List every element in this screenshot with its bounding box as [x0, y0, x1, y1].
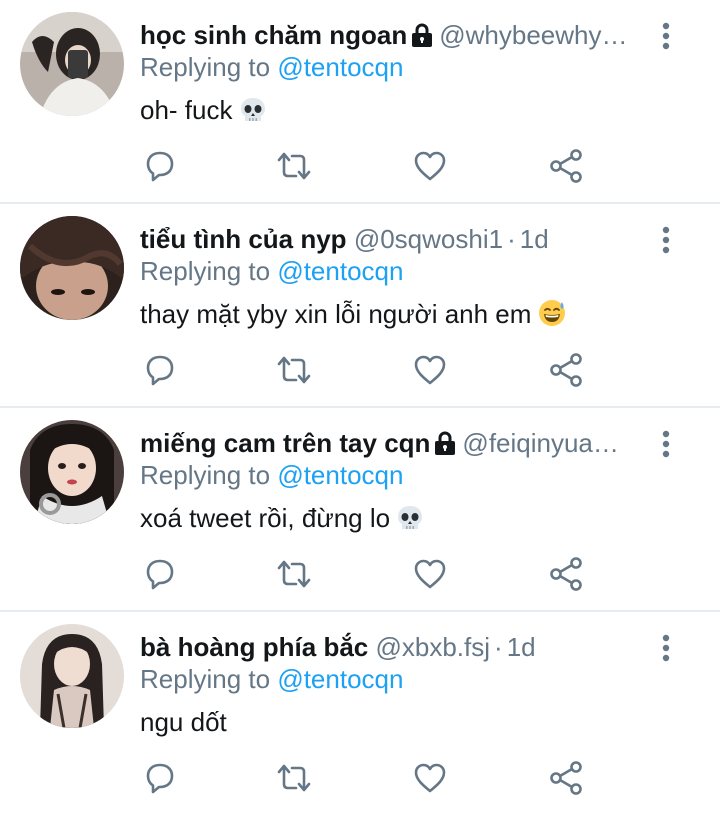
replying-to: Replying to @tentocqn — [140, 51, 403, 83]
tweet-text-content: thay mặt yby xin lỗi người anh em — [140, 299, 532, 329]
avatar[interactable] — [20, 420, 124, 524]
tweet-text-content: oh- fuck — [140, 95, 233, 125]
reply-tweet[interactable]: bà hoàng phía bắc @xbxb.fsj · 1d Replying … — [0, 612, 720, 816]
replying-to: Replying to @tentocqn — [140, 663, 403, 695]
user-handle[interactable]: @whybeewhy… — [439, 20, 627, 50]
tweet-header: tiểu tình của nyp @0sqwoshi1 · 1d — [140, 220, 640, 258]
replying-to-label: Replying to — [140, 52, 271, 82]
replying-to-label: Replying to — [140, 256, 271, 286]
display-name[interactable]: học sinh chăm ngoan — [140, 20, 407, 50]
replying-to-label: Replying to — [140, 460, 271, 490]
tweet-actions — [140, 146, 600, 186]
tweet-text-content: ngu dốt — [140, 707, 227, 737]
avatar[interactable] — [20, 12, 124, 116]
like-icon[interactable] — [410, 350, 450, 390]
reply-icon[interactable] — [140, 350, 180, 390]
display-name[interactable]: miếng cam trên tay cqn — [140, 428, 430, 458]
tweet-actions — [140, 554, 600, 594]
tweet-header: bà hoàng phía bắc @xbxb.fsj · 1d — [140, 628, 640, 666]
retweet-icon[interactable] — [274, 350, 314, 390]
timestamp[interactable]: 1d — [520, 224, 549, 254]
replying-to-label: Replying to — [140, 664, 271, 694]
more-options-icon[interactable] — [652, 632, 680, 668]
replying-to: Replying to @tentocqn — [140, 255, 403, 287]
tweet-text: oh- fuck — [140, 93, 267, 132]
tweet-text: thay mặt yby xin lỗi người anh em — [140, 297, 567, 336]
share-icon[interactable] — [546, 146, 586, 186]
replying-to-handle[interactable]: @tentocqn — [277, 664, 403, 694]
user-handle[interactable]: @feiqinyua… — [462, 428, 618, 458]
share-icon[interactable] — [546, 554, 586, 594]
display-name[interactable]: tiểu tình của nyp — [140, 224, 347, 254]
reply-icon[interactable] — [140, 758, 180, 798]
reply-icon[interactable] — [140, 146, 180, 186]
tweet-text-content: xoá tweet rồi, đừng lo — [140, 503, 391, 533]
tweet-text: xoá tweet rồi, đừng lo — [140, 501, 424, 540]
like-icon[interactable] — [410, 758, 450, 798]
sweat-smile-emoji — [537, 298, 567, 336]
avatar[interactable] — [20, 624, 124, 728]
share-icon[interactable] — [546, 758, 586, 798]
separator-dot: · — [507, 224, 516, 254]
tweet-header: miếng cam trên tay cqn @feiqinyua… — [140, 424, 640, 462]
timestamp[interactable]: 1d — [507, 632, 536, 662]
retweet-icon[interactable] — [274, 758, 314, 798]
tweet-actions — [140, 350, 600, 390]
tweet-actions — [140, 758, 600, 798]
user-handle[interactable]: @0sqwoshi1 — [354, 224, 503, 254]
lock-icon — [434, 427, 456, 462]
replying-to-handle[interactable]: @tentocqn — [277, 256, 403, 286]
retweet-icon[interactable] — [274, 146, 314, 186]
separator-dot: · — [494, 632, 503, 662]
reply-tweet[interactable]: miếng cam trên tay cqn @feiqinyua… Replyi… — [0, 408, 720, 612]
user-handle[interactable]: @xbxb.fsj — [375, 632, 490, 662]
skull-emoji — [396, 504, 424, 540]
avatar[interactable] — [20, 216, 124, 320]
display-name[interactable]: bà hoàng phía bắc — [140, 632, 368, 662]
replying-to-handle[interactable]: @tentocqn — [277, 460, 403, 490]
like-icon[interactable] — [410, 554, 450, 594]
replying-to-handle[interactable]: @tentocqn — [277, 52, 403, 82]
tweet-text: ngu dốt — [140, 705, 227, 739]
more-options-icon[interactable] — [652, 20, 680, 56]
reply-icon[interactable] — [140, 554, 180, 594]
retweet-icon[interactable] — [274, 554, 314, 594]
skull-emoji — [239, 96, 267, 132]
replying-to: Replying to @tentocqn — [140, 459, 403, 491]
reply-tweet[interactable]: tiểu tình của nyp @0sqwoshi1 · 1d Replying… — [0, 204, 720, 408]
more-options-icon[interactable] — [652, 224, 680, 260]
tweet-header: học sinh chăm ngoan @whybeewhy… — [140, 16, 640, 54]
more-options-icon[interactable] — [652, 428, 680, 464]
like-icon[interactable] — [410, 146, 450, 186]
lock-icon — [411, 19, 433, 54]
share-icon[interactable] — [546, 350, 586, 390]
reply-tweet[interactable]: học sinh chăm ngoan @whybeewhy… Replying … — [0, 0, 720, 204]
